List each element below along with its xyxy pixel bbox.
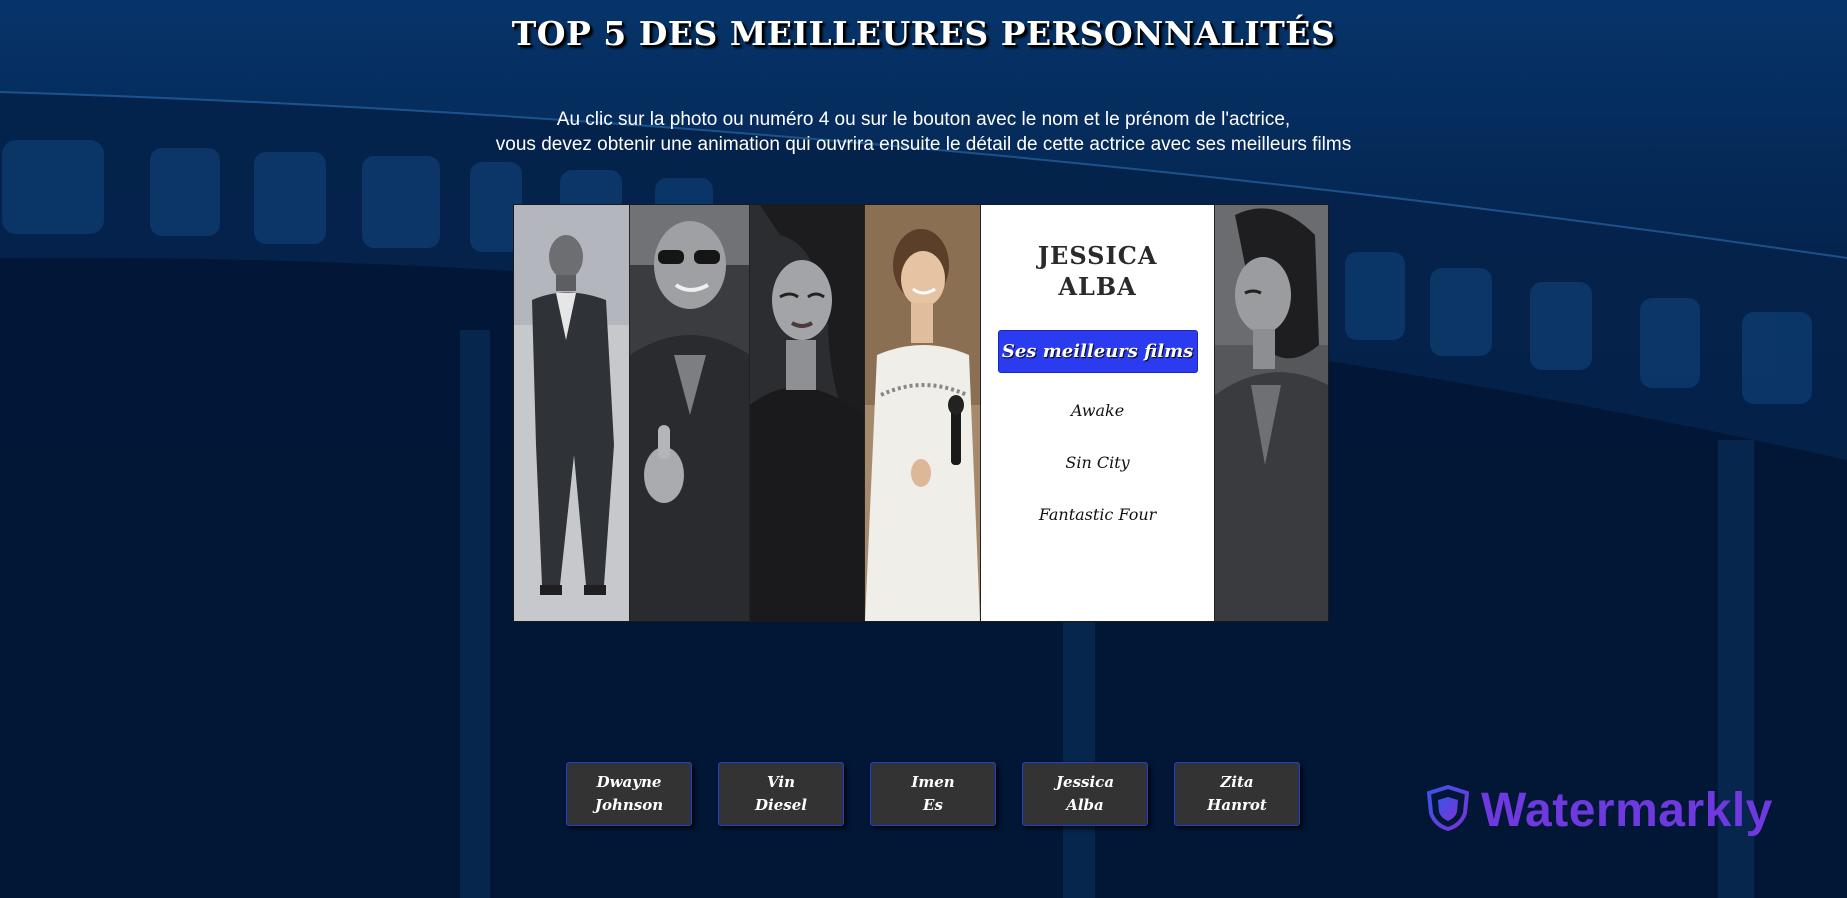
film-item: Awake	[1070, 401, 1125, 420]
film-item: Fantastic Four	[1038, 505, 1157, 524]
watermark: Watermarkly	[1426, 783, 1773, 838]
name-button-vin-diesel[interactable]: Vin Diesel	[718, 762, 844, 826]
best-films-button[interactable]: Ses meilleurs films	[997, 330, 1198, 373]
shield-icon	[1426, 784, 1470, 836]
name-button-first: Imen	[911, 773, 955, 791]
name-button-last: Diesel	[755, 796, 807, 814]
name-button-first: Jessica	[1055, 773, 1115, 791]
name-button-last: Johnson	[594, 796, 664, 814]
instructions-line-2: vous devez obtenir une animation qui ouv…	[495, 134, 1352, 155]
actress-name: JESSICA ALBA	[1038, 240, 1158, 302]
actress-last-name: ALBA	[1058, 272, 1137, 301]
instructions-line-1: Au clic sur la photo ou numéro 4 ou sur …	[556, 109, 1291, 130]
name-button-first: Vin	[767, 773, 795, 791]
name-button-first: Dwayne	[596, 773, 662, 791]
name-button-dwayne-johnson[interactable]: Dwayne Johnson	[566, 762, 692, 826]
photo-jessica-alba[interactable]	[865, 205, 981, 621]
name-button-imen-es[interactable]: Imen Es	[870, 762, 996, 826]
page-title: TOP 5 DES MEILLEURES PERSONNALITÉS	[511, 14, 1336, 53]
name-button-zita-hanrot[interactable]: Zita Hanrot	[1174, 762, 1300, 826]
film-item: Sin City	[1065, 453, 1130, 472]
photo-zita-hanrot[interactable]	[1215, 205, 1328, 621]
name-button-last: Es	[923, 796, 943, 814]
name-buttons-row: Dwayne Johnson Vin Diesel Imen Es Jessic…	[566, 762, 1300, 826]
name-button-jessica-alba[interactable]: Jessica Alba	[1022, 762, 1148, 826]
name-button-first: Zita	[1220, 773, 1254, 791]
actress-detail-panel: JESSICA ALBA Ses meilleurs films Awake S…	[980, 205, 1216, 621]
celebrity-gallery: JESSICA ALBA Ses meilleurs films Awake S…	[513, 204, 1329, 622]
name-button-last: Hanrot	[1207, 796, 1267, 814]
watermark-text: Watermarkly	[1481, 784, 1773, 837]
photo-dwayne-johnson[interactable]	[514, 205, 630, 621]
photo-vin-diesel[interactable]	[629, 205, 751, 621]
actress-first-name: JESSICA	[1037, 241, 1158, 270]
instructions-text: Au clic sur la photo ou numéro 4 ou sur …	[0, 107, 1847, 157]
photo-imen-es[interactable]	[750, 205, 866, 621]
name-button-last: Alba	[1066, 796, 1104, 814]
